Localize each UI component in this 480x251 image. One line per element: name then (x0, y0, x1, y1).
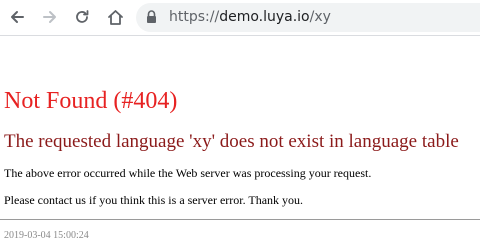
browser-toolbar: https://demo.luya.io/xy (0, 0, 480, 36)
divider (0, 219, 480, 220)
lock-icon[interactable] (146, 10, 157, 24)
address-bar[interactable]: https://demo.luya.io/xy (136, 3, 480, 32)
arrow-right-icon (43, 11, 56, 23)
url-host: demo.luya.io (219, 9, 310, 25)
reload-icon (76, 10, 89, 23)
home-button[interactable] (104, 6, 126, 28)
reload-button[interactable] (71, 6, 93, 28)
contact-note: Please contact us if you think this is a… (4, 193, 304, 207)
forward-button[interactable] (39, 6, 61, 28)
url-path: /xy (309, 9, 331, 25)
url-text[interactable]: https://demo.luya.io/xy (169, 3, 331, 32)
page-title: Not Found (#404) (4, 88, 178, 114)
home-icon (107, 9, 123, 25)
url-scheme: https:// (169, 9, 220, 25)
timestamp: 2019-03-04 15:00:24 (4, 230, 89, 241)
arrow-left-icon (11, 11, 24, 23)
error-note: The above error occurred while the Web s… (4, 166, 372, 180)
back-button[interactable] (6, 6, 28, 28)
error-message: The requested language 'xy' does not exi… (4, 131, 459, 152)
